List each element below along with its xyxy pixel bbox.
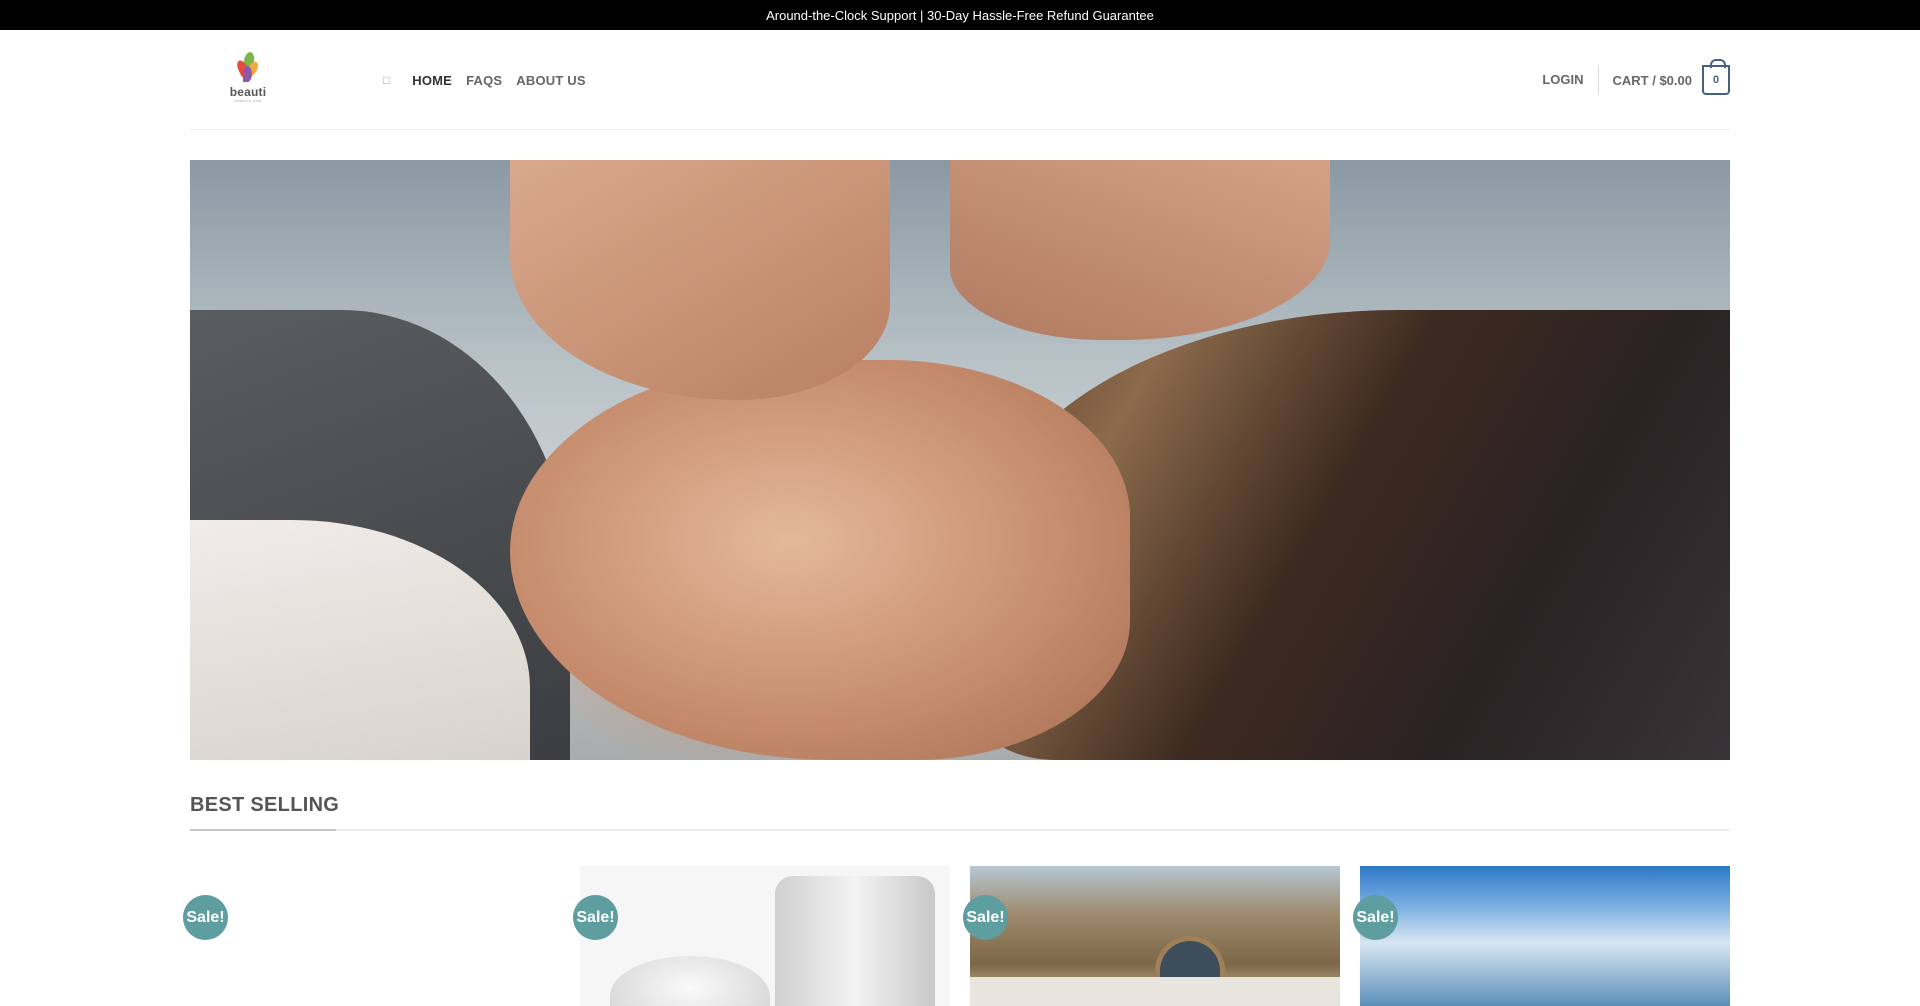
cart-count-badge: 0 xyxy=(1712,74,1720,86)
main-nav: □ HOME FAQS ABOUT US xyxy=(383,30,600,130)
cart-bag-icon[interactable]: 0 xyxy=(1702,59,1730,95)
sale-badge: Sale! xyxy=(183,895,228,940)
header-account: LOGIN CART / $0.00 0 xyxy=(1542,30,1730,130)
section-divider xyxy=(190,829,1730,831)
cart-link[interactable]: CART / $0.00 xyxy=(1613,73,1692,88)
leaf-logo-icon xyxy=(235,51,261,84)
announcement-bar: Around-the-Clock Support | 30-Day Hassle… xyxy=(0,0,1920,30)
product-card[interactable] xyxy=(1360,866,1730,1006)
sale-badge: Sale! xyxy=(1353,895,1398,940)
section-title: BEST SELLING xyxy=(190,794,340,816)
nav-item-faqs[interactable]: FAQS xyxy=(466,73,502,88)
menu-icon[interactable]: □ xyxy=(383,73,390,87)
product-card[interactable] xyxy=(190,866,560,1006)
login-link[interactable]: LOGIN xyxy=(1542,66,1599,94)
site-header: beauti beautilo.com □ HOME FAQS ABOUT US… xyxy=(190,30,1730,130)
logo-wordmark: beauti xyxy=(229,85,267,99)
announcement-text: Around-the-Clock Support | 30-Day Hassle… xyxy=(766,7,1154,23)
section-divider-accent xyxy=(190,829,336,831)
nav-item-home[interactable]: HOME xyxy=(412,73,452,88)
nav-item-about-us[interactable]: ABOUT US xyxy=(516,73,586,88)
hero-banner-image xyxy=(190,160,1730,760)
product-card[interactable] xyxy=(970,866,1340,1006)
product-grid: Sale! Sale! Sale! Sale! xyxy=(183,866,1730,1006)
sale-badge: Sale! xyxy=(573,895,618,940)
logo-tagline: beautilo.com xyxy=(234,99,262,103)
sale-badge: Sale! xyxy=(963,895,1008,940)
product-card[interactable] xyxy=(580,866,950,1006)
site-logo[interactable]: beauti beautilo.com xyxy=(220,51,276,112)
